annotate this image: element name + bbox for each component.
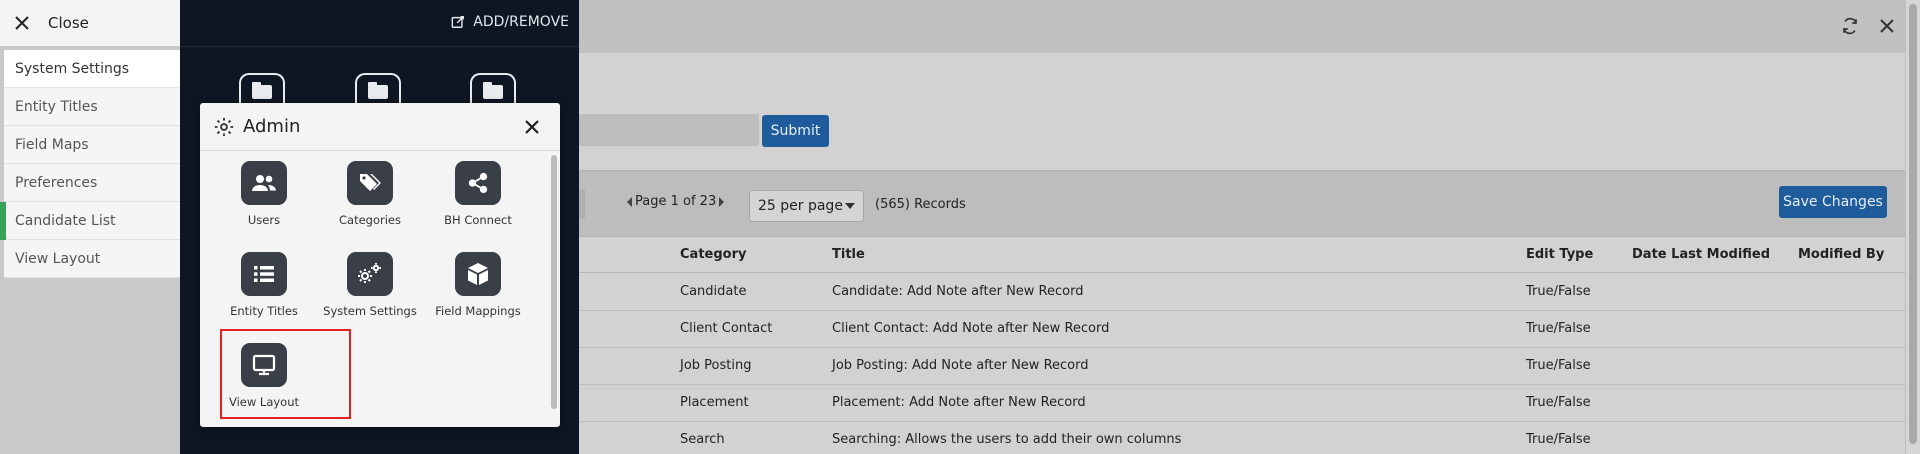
cell-edit-type: True/False [1526,321,1591,336]
nav-item-entity-titles[interactable]: Entity Titles [4,88,180,126]
cell-edit-type: True/False [1526,395,1591,410]
per-page-select[interactable]: 25 per page [749,190,864,222]
cell-edit-type: True/False [1526,284,1591,299]
admin-tile-label: Users [247,213,281,227]
column-header-title[interactable]: Title [832,237,865,273]
close-icon[interactable] [1875,14,1899,38]
admin-popup-header: Admin [200,103,560,151]
prev-page-icon[interactable] [627,196,632,207]
admin-tile-categories[interactable]: Categories [316,161,424,227]
table-row[interactable]: Candidate Candidate: Add Note after New … [579,274,1905,311]
folder-icon[interactable] [470,73,516,107]
users-icon [241,161,287,205]
admin-tile-entity-titles[interactable]: Entity Titles [210,252,318,318]
add-remove-label: ADD/REMOVE [473,14,569,30]
refresh-icon[interactable] [1838,14,1862,38]
nav-item-view-layout[interactable]: View Layout [4,240,180,278]
close-label: Close [48,14,89,32]
highlight-box [220,329,351,419]
cell-title: Client Contact: Add Note after New Recor… [832,321,1110,336]
left-nav: Close System Settings Entity Titles Fiel… [0,0,180,454]
cell-category: Client Contact [680,321,773,336]
admin-tile-label: BH Connect [444,213,512,227]
admin-tile-label: Entity Titles [230,304,298,318]
nav-list: System Settings Entity Titles Field Maps… [0,50,180,278]
toolbar-segment [579,189,585,219]
scrollbar-thumb[interactable] [1909,4,1917,444]
table-row[interactable]: Client Contact Client Contact: Add Note … [579,311,1905,348]
column-header-modified-by[interactable]: Modified By [1798,237,1884,273]
pager-text: Page 1 of 23 [635,194,717,209]
cell-category: Placement [680,395,749,410]
cube-icon [455,252,501,296]
close-icon[interactable] [522,117,542,137]
chevron-down-icon [845,203,855,209]
list-icon [241,252,287,296]
close-menu-button[interactable]: Close [0,0,180,46]
records-count: (565) Records [875,197,966,212]
gears-icon [347,252,393,296]
cell-title: Job Posting: Add Note after New Record [832,358,1089,373]
nav-item-system-settings[interactable]: System Settings [4,50,180,88]
column-header-category[interactable]: Category [680,237,746,273]
cell-category: Search [680,432,725,447]
share-icon [455,161,501,205]
per-page-value: 25 per page [758,198,843,214]
edit-icon [451,16,465,28]
page-scrollbar[interactable] [1905,0,1920,454]
column-header-date-last-modified[interactable]: Date Last Modified [1632,237,1770,273]
search-input[interactable] [579,114,759,146]
admin-tile-label: Categories [339,213,401,227]
pager: Page 1 of 23 [627,194,725,209]
table-row[interactable]: Job Posting Job Posting: Add Note after … [579,348,1905,385]
admin-tile-label: Field Mappings [435,304,521,318]
app-launcher-panel: ADD/REMOVE Admin Users Categories BH Con… [180,0,579,454]
cell-category: Job Posting [680,358,752,373]
launcher-header: ADD/REMOVE [180,0,579,47]
cell-edit-type: True/False [1526,432,1591,447]
add-remove-button[interactable]: ADD/REMOVE [451,14,569,30]
admin-popup: Admin Users Categories BH Connect Entity… [200,103,560,427]
admin-tile-system-settings[interactable]: System Settings [316,252,424,318]
gear-icon [214,117,234,136]
next-page-icon[interactable] [719,196,725,207]
cell-title: Candidate: Add Note after New Record [832,284,1084,299]
nav-item-candidate-list[interactable]: Candidate List [0,202,180,240]
folder-icon[interactable] [355,73,401,107]
table-row[interactable]: Placement Placement: Add Note after New … [579,385,1905,422]
cell-category: Candidate [680,284,747,299]
folder-icon[interactable] [239,73,285,107]
tags-icon [347,161,393,205]
admin-tile-users[interactable]: Users [210,161,318,227]
close-icon [15,16,29,30]
nav-item-preferences[interactable]: Preferences [4,164,180,202]
admin-popup-title: Admin [243,116,301,137]
table-header: Category Title Edit Type Date Last Modif… [579,237,1905,273]
admin-tile-bh-connect[interactable]: BH Connect [424,161,532,227]
cell-title: Placement: Add Note after New Record [832,395,1086,410]
cell-edit-type: True/False [1526,358,1591,373]
admin-tile-field-mappings[interactable]: Field Mappings [424,252,532,318]
table-row[interactable]: Search Searching: Allows the users to ad… [579,422,1905,454]
admin-tile-label: System Settings [323,304,417,318]
submit-button[interactable]: Submit [762,115,829,147]
popup-scrollbar[interactable] [551,155,557,409]
cell-title: Searching: Allows the users to add their… [832,432,1182,447]
save-changes-button[interactable]: Save Changes [1779,186,1887,218]
nav-item-field-maps[interactable]: Field Maps [4,126,180,164]
column-header-edit-type[interactable]: Edit Type [1526,237,1593,273]
